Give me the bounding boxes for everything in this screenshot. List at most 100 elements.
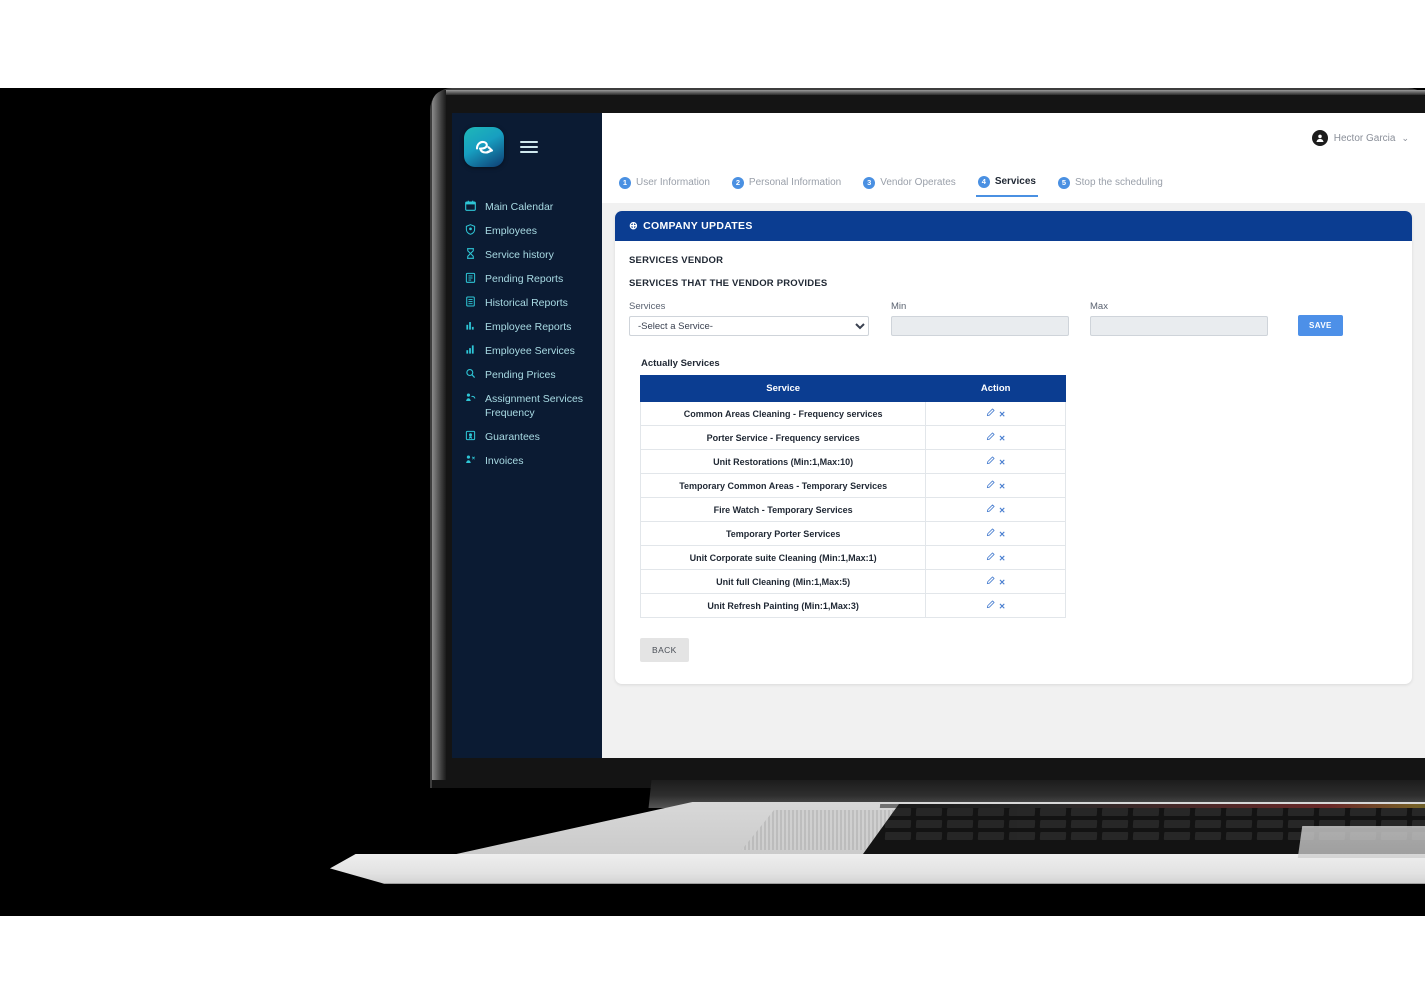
sidebar-item-employee-reports[interactable]: Employee Reports	[452, 315, 602, 339]
back-button[interactable]: BACK	[640, 638, 689, 662]
services-field: Services -Select a Service-	[629, 301, 869, 336]
close-delete-icon[interactable]: ✕	[999, 602, 1006, 611]
table-header-row: Service Action	[639, 375, 1066, 402]
sidebar-item-label: Employee Reports	[485, 321, 572, 333]
brand-e-arrow-icon[interactable]	[464, 127, 504, 167]
pencil-edit-icon[interactable]	[986, 408, 995, 419]
cell-action: ✕	[925, 425, 1066, 450]
wizard-steps: 1 User Information 2 Personal Informatio…	[602, 163, 1425, 203]
sidebar: Main Calendar Employees Service history	[452, 113, 602, 758]
pencil-edit-icon[interactable]	[986, 528, 995, 539]
step-label: Services	[994, 176, 1036, 187]
bar-chart-alt-icon	[464, 344, 477, 355]
max-label: Max	[1090, 301, 1108, 312]
cell-service: Temporary Porter Services	[639, 521, 927, 546]
tab-user-information[interactable]: 1 User Information	[617, 171, 712, 196]
cell-service: Temporary Common Areas - Temporary Servi…	[639, 473, 927, 498]
max-input[interactable]	[1090, 316, 1268, 336]
close-delete-icon[interactable]: ✕	[999, 506, 1006, 515]
close-delete-icon[interactable]: ✕	[999, 578, 1006, 587]
hourglass-icon	[464, 248, 477, 259]
user-avatar-icon[interactable]	[1311, 130, 1328, 146]
step-number: 5	[1057, 176, 1070, 189]
sidebar-item-main-calendar[interactable]: Main Calendar	[452, 195, 602, 219]
pencil-edit-icon[interactable]	[986, 432, 995, 443]
cell-action: ✕	[925, 569, 1066, 594]
company-updates-card: ⊕ COMPANY UPDATES SERVICES VENDOR SERVIC…	[615, 211, 1412, 684]
cell-action: ✕	[925, 401, 1066, 426]
pencil-edit-icon[interactable]	[986, 576, 995, 587]
sidebar-item-historical-reports[interactable]: Historical Reports	[452, 291, 602, 315]
chevron-down-icon[interactable]: ⌄	[1401, 133, 1409, 144]
table-row: Unit Refresh Painting (Min:1,Max:3) ✕	[639, 593, 1066, 618]
sidebar-item-label: Employees	[485, 225, 537, 237]
sidebar-item-employee-services[interactable]: Employee Services	[452, 339, 602, 363]
cell-service: Porter Service - Frequency services	[639, 425, 927, 450]
table-title: Actually Services	[641, 358, 720, 369]
cell-service: Fire Watch - Temporary Services	[639, 497, 927, 522]
book-icon	[464, 296, 477, 307]
pencil-edit-icon[interactable]	[986, 600, 995, 611]
close-delete-icon[interactable]: ✕	[999, 410, 1006, 419]
sidebar-item-label: Service history	[485, 249, 554, 261]
table-row: Common Areas Cleaning - Frequency servic…	[639, 401, 1066, 426]
close-delete-icon[interactable]: ✕	[999, 530, 1006, 539]
sidebar-header	[452, 113, 602, 177]
pencil-edit-icon[interactable]	[986, 504, 995, 515]
step-label: Stop the scheduling	[1074, 177, 1163, 188]
cell-service: Common Areas Cleaning - Frequency servic…	[639, 401, 927, 426]
pencil-edit-icon[interactable]	[986, 480, 995, 491]
tab-services[interactable]: 4 Services	[975, 170, 1038, 197]
column-header-service: Service	[639, 375, 927, 402]
table-row: Unit Corporate suite Cleaning (Min:1,Max…	[639, 545, 1066, 570]
max-field: Max	[1090, 301, 1268, 336]
search-price-icon	[464, 368, 477, 379]
save-button[interactable]: SAVE	[1298, 315, 1343, 336]
tab-stop-the-scheduling[interactable]: 5 Stop the scheduling	[1056, 171, 1165, 196]
cell-service: Unit full Cleaning (Min:1,Max:5)	[639, 569, 927, 594]
table-head: Service Action	[639, 375, 1066, 402]
tab-personal-information[interactable]: 2 Personal Information	[730, 171, 843, 196]
sidebar-item-guarantees[interactable]: Guarantees	[452, 425, 602, 449]
close-delete-icon[interactable]: ✕	[999, 482, 1006, 491]
table-row: Fire Watch - Temporary Services ✕	[639, 497, 1066, 522]
service-form-row: Services -Select a Service- Min Max SAVE	[629, 301, 1398, 336]
close-delete-icon[interactable]: ✕	[999, 458, 1006, 467]
services-select[interactable]: -Select a Service-	[629, 316, 869, 336]
laptop-lid-top-edge	[446, 90, 1425, 95]
table-row: Temporary Porter Services ✕	[639, 521, 1066, 546]
sidebar-item-assignment-services-frequency[interactable]: Assignment Services Frequency	[452, 387, 602, 425]
min-label: Min	[891, 301, 907, 312]
sidebar-item-invoices[interactable]: Invoices	[452, 449, 602, 473]
section-title-services-vendor: SERVICES VENDOR	[629, 255, 724, 266]
pencil-edit-icon[interactable]	[986, 456, 995, 467]
laptop-shadow	[660, 898, 1425, 906]
min-input[interactable]	[891, 316, 1069, 336]
table-row: Porter Service - Frequency services ✕	[639, 425, 1066, 450]
sidebar-item-service-history[interactable]: Service history	[452, 243, 602, 267]
sidebar-item-label: Historical Reports	[485, 297, 568, 309]
sidebar-item-label: Invoices	[485, 455, 524, 467]
sidebar-item-label: Assignment Services Frequency	[485, 393, 584, 419]
services-label: Services	[629, 301, 666, 312]
step-number: 2	[731, 176, 744, 189]
cell-service: Unit Restorations (Min:1,Max:10)	[639, 449, 927, 474]
clipboard-icon	[464, 272, 477, 283]
screen-viewport: Main Calendar Employees Service history	[452, 113, 1425, 758]
sidebar-item-pending-reports[interactable]: Pending Reports	[452, 267, 602, 291]
close-delete-icon[interactable]: ✕	[999, 554, 1006, 563]
pencil-edit-icon[interactable]	[986, 552, 995, 563]
badge-icon	[464, 224, 477, 235]
hamburger-menu-icon[interactable]	[520, 141, 538, 153]
sidebar-item-label: Employee Services	[485, 345, 575, 357]
step-label: Vendor Operates	[880, 177, 956, 188]
sidebar-item-pending-prices[interactable]: Pending Prices	[452, 363, 602, 387]
close-delete-icon[interactable]: ✕	[999, 434, 1006, 443]
sidebar-item-employees[interactable]: Employees	[452, 219, 602, 243]
card-body: SERVICES VENDOR SERVICES THAT THE VENDOR…	[615, 241, 1412, 684]
sidebar-item-label: Guarantees	[485, 431, 540, 443]
cell-service: Unit Refresh Painting (Min:1,Max:3)	[639, 593, 927, 618]
tab-vendor-operates[interactable]: 3 Vendor Operates	[861, 171, 958, 196]
cell-action: ✕	[925, 497, 1066, 522]
table-body: Common Areas Cleaning - Frequency servic…	[639, 401, 1066, 618]
